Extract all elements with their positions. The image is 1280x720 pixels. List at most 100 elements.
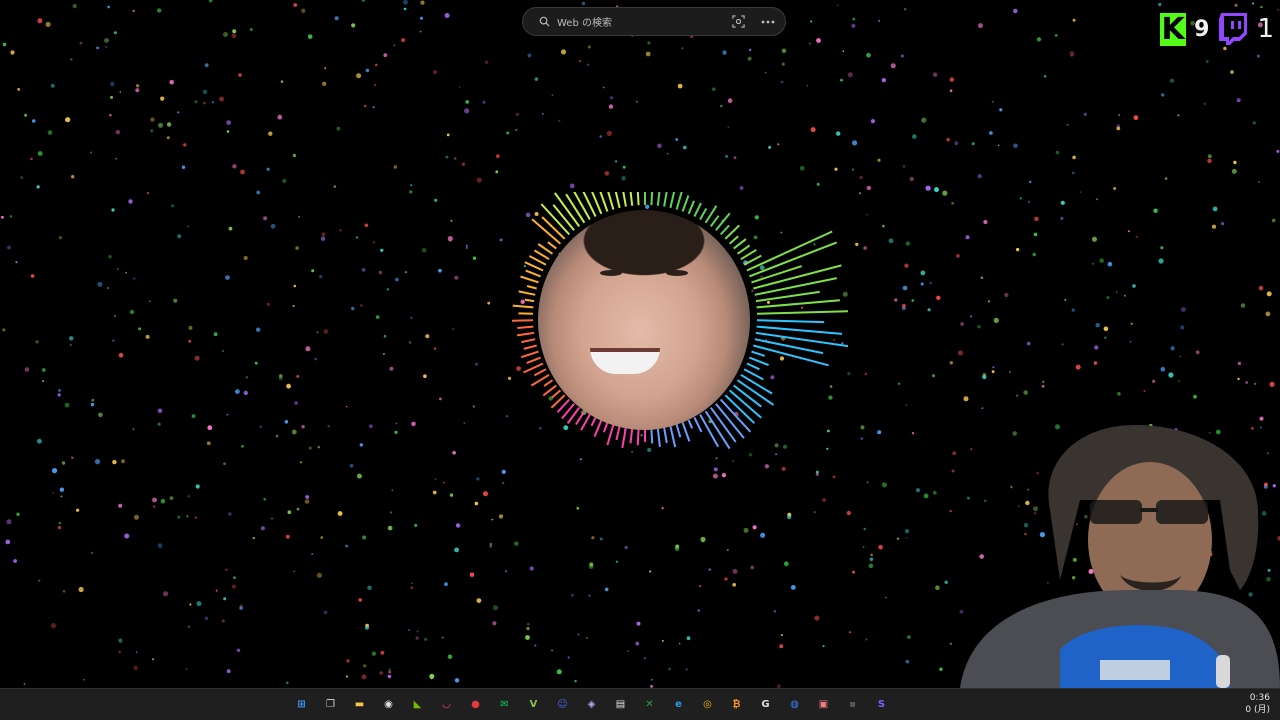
- visualizer-bar: [681, 422, 691, 442]
- visualizer-bar: [523, 344, 537, 350]
- visualizer-bar: [552, 204, 575, 231]
- visualizer-bar: [528, 255, 547, 266]
- system-clock[interactable]: 0:36 0 (月): [1245, 692, 1270, 716]
- visualizer-bar: [650, 192, 654, 206]
- visualizer-bar: [663, 427, 668, 444]
- vtuber-app-icon-glyph: ◈: [587, 699, 596, 710]
- xbox-icon[interactable]: ✕: [638, 693, 661, 716]
- kick-logo: K: [1160, 11, 1187, 47]
- visualizer-bar: [622, 192, 627, 207]
- visualizer-bar: [520, 350, 539, 359]
- visualizer-bar: [615, 425, 621, 441]
- visualizer-bar: [551, 389, 562, 399]
- visualizer-bar: [681, 195, 690, 212]
- avatar-eye: [666, 270, 688, 276]
- clock-date: 0 (月): [1245, 705, 1270, 715]
- visualizer-bar: [687, 419, 694, 429]
- lips-app-icon[interactable]: ◡: [435, 693, 458, 716]
- file-explorer-icon[interactable]: ▬: [348, 693, 371, 716]
- visualizer-bar: [675, 192, 683, 210]
- visualizer-bar: [525, 269, 541, 278]
- visualizer-bar: [629, 428, 634, 444]
- notepad-icon-glyph: ▤: [615, 699, 626, 710]
- visualizer-bar: [754, 277, 837, 296]
- g-app-icon[interactable]: G: [754, 693, 777, 716]
- nvidia-icon[interactable]: ◣: [406, 693, 429, 716]
- visualizer-bar: [516, 331, 535, 337]
- visualizer-bar: [606, 424, 615, 446]
- visualizer-bar: [511, 319, 534, 322]
- v-app-icon[interactable]: V: [522, 693, 545, 716]
- taskbar: ⊞ ❐ ▬ ◉ ◣ ◡ ● ✉ V ☺ ◈ ▤ ✕ e ◎ ₿ G ◍ ▣ ▪ S 0:36 0 (月): [0, 688, 1280, 720]
- task-view-icon[interactable]: ❐: [319, 693, 342, 716]
- edge-icon[interactable]: e: [667, 693, 690, 716]
- notepad-icon[interactable]: ▤: [609, 693, 632, 716]
- visualizer-bar: [590, 417, 597, 427]
- visual-search-icon[interactable]: [731, 15, 745, 29]
- v-app-icon-glyph: V: [529, 699, 538, 710]
- visualizer-bar: [524, 261, 544, 272]
- xbox-icon-glyph: ✕: [645, 699, 654, 710]
- visualizer-bar: [593, 419, 603, 437]
- s-app-icon-glyph: S: [877, 699, 886, 710]
- browser-app-icon-glyph: ◍: [790, 699, 799, 710]
- generic-app-icon-glyph: ▪: [849, 699, 856, 710]
- chrome-icon[interactable]: ◎: [696, 693, 719, 716]
- visualizer-bar: [663, 192, 668, 207]
- vtuber-app-icon[interactable]: ◈: [580, 693, 603, 716]
- edge-icon-glyph: e: [675, 699, 682, 710]
- visualizer-bar: [580, 414, 591, 431]
- visualizer-bar: [736, 244, 751, 255]
- s-app-icon[interactable]: S: [870, 693, 893, 716]
- taskbar-icons: ⊞ ❐ ▬ ◉ ◣ ◡ ● ✉ V ☺ ◈ ▤ ✕ e ◎ ₿ G ◍ ▣ ▪ S: [290, 693, 893, 716]
- visualizer-bar: [749, 356, 769, 367]
- visualizer-bar: [743, 254, 762, 266]
- web-search-bar[interactable]: Web の検索: [522, 7, 786, 36]
- visualizer-bar: [756, 325, 843, 335]
- visualizer-bar: [740, 373, 773, 395]
- visualizer-bar: [733, 384, 762, 408]
- search-icon: [537, 15, 551, 29]
- record-icon[interactable]: ●: [464, 693, 487, 716]
- browser-app-icon[interactable]: ◍: [783, 693, 806, 716]
- generic-app-icon[interactable]: ▪: [841, 693, 864, 716]
- discord-icon[interactable]: ☺: [551, 693, 574, 716]
- viewer-counters: K 9 1: [1160, 12, 1274, 46]
- line-icon[interactable]: ✉: [493, 693, 516, 716]
- visualizer-bar: [521, 338, 536, 344]
- image-app-icon[interactable]: ▣: [812, 693, 835, 716]
- visualizer-bar: [693, 202, 702, 217]
- start-icon-glyph: ⊞: [297, 699, 306, 710]
- line-icon-glyph: ✉: [500, 699, 509, 710]
- kick-viewer-count: 9: [1194, 16, 1210, 42]
- visualizer-bar: [675, 424, 682, 438]
- lips-app-icon-glyph: ◡: [442, 699, 451, 710]
- visualizer-bar: [656, 192, 661, 206]
- visualizer-bar: [756, 319, 825, 324]
- visualizer-bar: [733, 238, 747, 250]
- avatar-mouth: [590, 348, 660, 374]
- image-app-icon-glyph: ▣: [818, 699, 829, 710]
- g-app-icon-glyph: G: [761, 699, 770, 710]
- visualizer-bar: [746, 362, 760, 371]
- visualizer-bar: [693, 417, 703, 433]
- visualizer-bar: [650, 428, 654, 444]
- visualizer-bar: [520, 275, 539, 284]
- obs-icon[interactable]: ◉: [377, 693, 400, 716]
- visualizer-bar: [523, 362, 544, 374]
- visualizer-bar: [746, 230, 833, 272]
- visualizer-bar: [542, 384, 557, 397]
- chrome-icon-glyph: ◎: [703, 699, 712, 710]
- avatar-face-image: [538, 210, 750, 430]
- clock-time: 0:36: [1249, 693, 1270, 703]
- start-icon[interactable]: ⊞: [290, 693, 313, 716]
- visualizer-bar: [526, 285, 537, 290]
- visualizer-bar: [687, 200, 696, 215]
- visualizer-bar: [541, 216, 566, 240]
- record-icon-glyph: ●: [471, 699, 480, 710]
- visualizer-bar: [517, 325, 534, 329]
- visualizer-bar: [749, 241, 838, 278]
- file-explorer-icon-glyph: ▬: [354, 699, 365, 710]
- coin-app-icon[interactable]: ₿: [725, 693, 748, 716]
- more-icon[interactable]: [761, 15, 775, 29]
